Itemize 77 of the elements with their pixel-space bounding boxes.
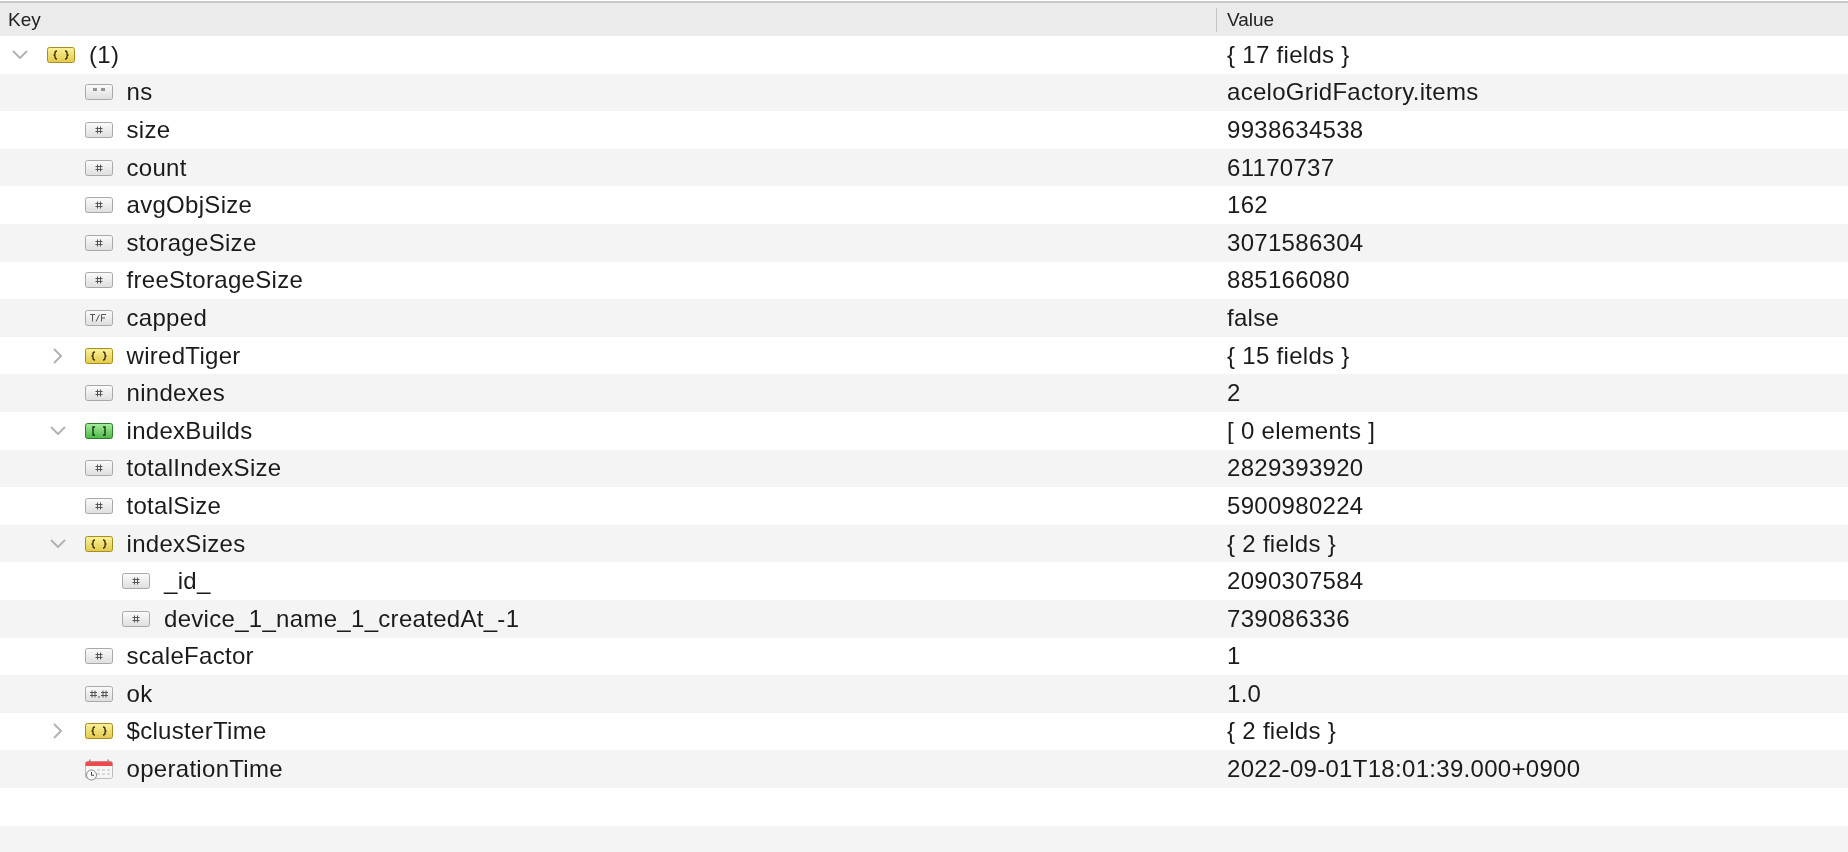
chevron-down-icon[interactable] xyxy=(49,539,66,548)
hash-icon xyxy=(84,197,113,214)
value-label: 739086336 xyxy=(1227,604,1350,633)
value-label: 1.0 xyxy=(1227,679,1262,708)
brackets-icon xyxy=(84,422,113,439)
key-label: capped xyxy=(126,303,208,332)
braces-icon xyxy=(84,535,113,552)
tree-row[interactable]: ns aceloGridFactory.items xyxy=(0,73,1848,112)
calendar-clock-icon xyxy=(84,759,113,782)
hash-icon xyxy=(84,234,113,251)
hash-icon xyxy=(84,648,113,665)
chevron-down-icon[interactable] xyxy=(49,426,66,436)
value-label: 2022-09-01T18:01:39.000+0900 xyxy=(1227,755,1581,784)
key-label: indexBuilds xyxy=(126,416,253,445)
quotes-icon xyxy=(84,84,113,101)
chevron-down-icon[interactable] xyxy=(12,50,28,60)
chevron-right-icon[interactable] xyxy=(52,347,62,364)
tree-row[interactable]: capped false xyxy=(0,299,1848,337)
hash-icon xyxy=(122,610,150,627)
value-label: 162 xyxy=(1227,191,1268,220)
value-label: { 17 fields } xyxy=(1227,40,1350,69)
double-hash-icon xyxy=(84,685,113,702)
hash-icon xyxy=(84,272,113,289)
key-label: storageSize xyxy=(126,228,257,257)
key-label: ns xyxy=(126,78,153,107)
tree-row[interactable]: indexSizes { 2 fields } xyxy=(0,524,1848,563)
key-label: _id_ xyxy=(164,567,211,596)
value-label: { 15 fields } xyxy=(1227,341,1350,370)
hash-icon xyxy=(84,460,113,477)
key-label: nindexes xyxy=(126,379,225,408)
key-label: freeStorageSize xyxy=(126,266,304,295)
key-label: avgObjSize xyxy=(126,191,253,220)
key-label: (1) xyxy=(89,40,120,69)
column-header[interactable]: Key xyxy=(8,8,41,31)
key-label: device_1_name_1_createdAt_-1 xyxy=(164,604,520,633)
value-label: 885166080 xyxy=(1227,266,1350,295)
braces-icon xyxy=(84,347,113,364)
key-label: wiredTiger xyxy=(126,341,241,370)
braces-icon xyxy=(47,46,75,63)
key-label: ok xyxy=(126,679,153,708)
hash-icon xyxy=(122,573,150,590)
value-label: 2829393920 xyxy=(1227,454,1364,483)
hash-icon xyxy=(84,497,113,514)
tree-row[interactable]: device_1_name_1_createdAt_-1 739086336 xyxy=(0,599,1848,638)
key-label: $clusterTime xyxy=(126,717,267,746)
key-label: size xyxy=(126,116,171,144)
value-label: false xyxy=(1227,303,1280,332)
value-label: { 2 fields } xyxy=(1227,529,1336,558)
value-label: 5900980224 xyxy=(1227,491,1364,520)
value-label: 1 xyxy=(1227,642,1241,671)
hash-icon xyxy=(84,385,113,402)
value-label: 9938634538 xyxy=(1227,116,1364,144)
tree-row[interactable]: operationTime 2022-09-01T18:01:39.000+0900 xyxy=(0,750,1848,788)
value-label: 3071586304 xyxy=(1227,228,1364,257)
chevron-right-icon[interactable] xyxy=(52,723,62,740)
tree-row[interactable]: ok 1.0 xyxy=(0,675,1848,713)
tree-row[interactable]: count 61170737 xyxy=(0,148,1848,187)
value-label: 61170737 xyxy=(1227,153,1335,182)
key-label: scaleFactor xyxy=(126,642,254,671)
tree-row[interactable]: storageSize 3071586304 xyxy=(0,223,1848,262)
key-label: totalSize xyxy=(126,491,222,520)
hash-icon xyxy=(84,159,113,176)
value-label: [ 0 elements ] xyxy=(1227,416,1376,445)
value-label: 2 xyxy=(1227,379,1241,408)
braces-icon xyxy=(84,723,113,740)
tree-row[interactable]: nindexes 2 xyxy=(0,374,1848,412)
key-label: operationTime xyxy=(126,755,283,784)
key-label: count xyxy=(126,153,187,182)
hash-icon xyxy=(84,122,113,138)
key-label: totalIndexSize xyxy=(126,454,282,483)
column-header[interactable]: Value xyxy=(1227,8,1275,31)
tree-row[interactable]: totalIndexSize 2829393920 xyxy=(0,449,1848,488)
tf-icon xyxy=(84,309,113,326)
key-label: indexSizes xyxy=(126,529,246,558)
value-label: 2090307584 xyxy=(1227,567,1364,596)
value-label: aceloGridFactory.items xyxy=(1227,78,1479,107)
value-label: { 2 fields } xyxy=(1227,717,1336,746)
